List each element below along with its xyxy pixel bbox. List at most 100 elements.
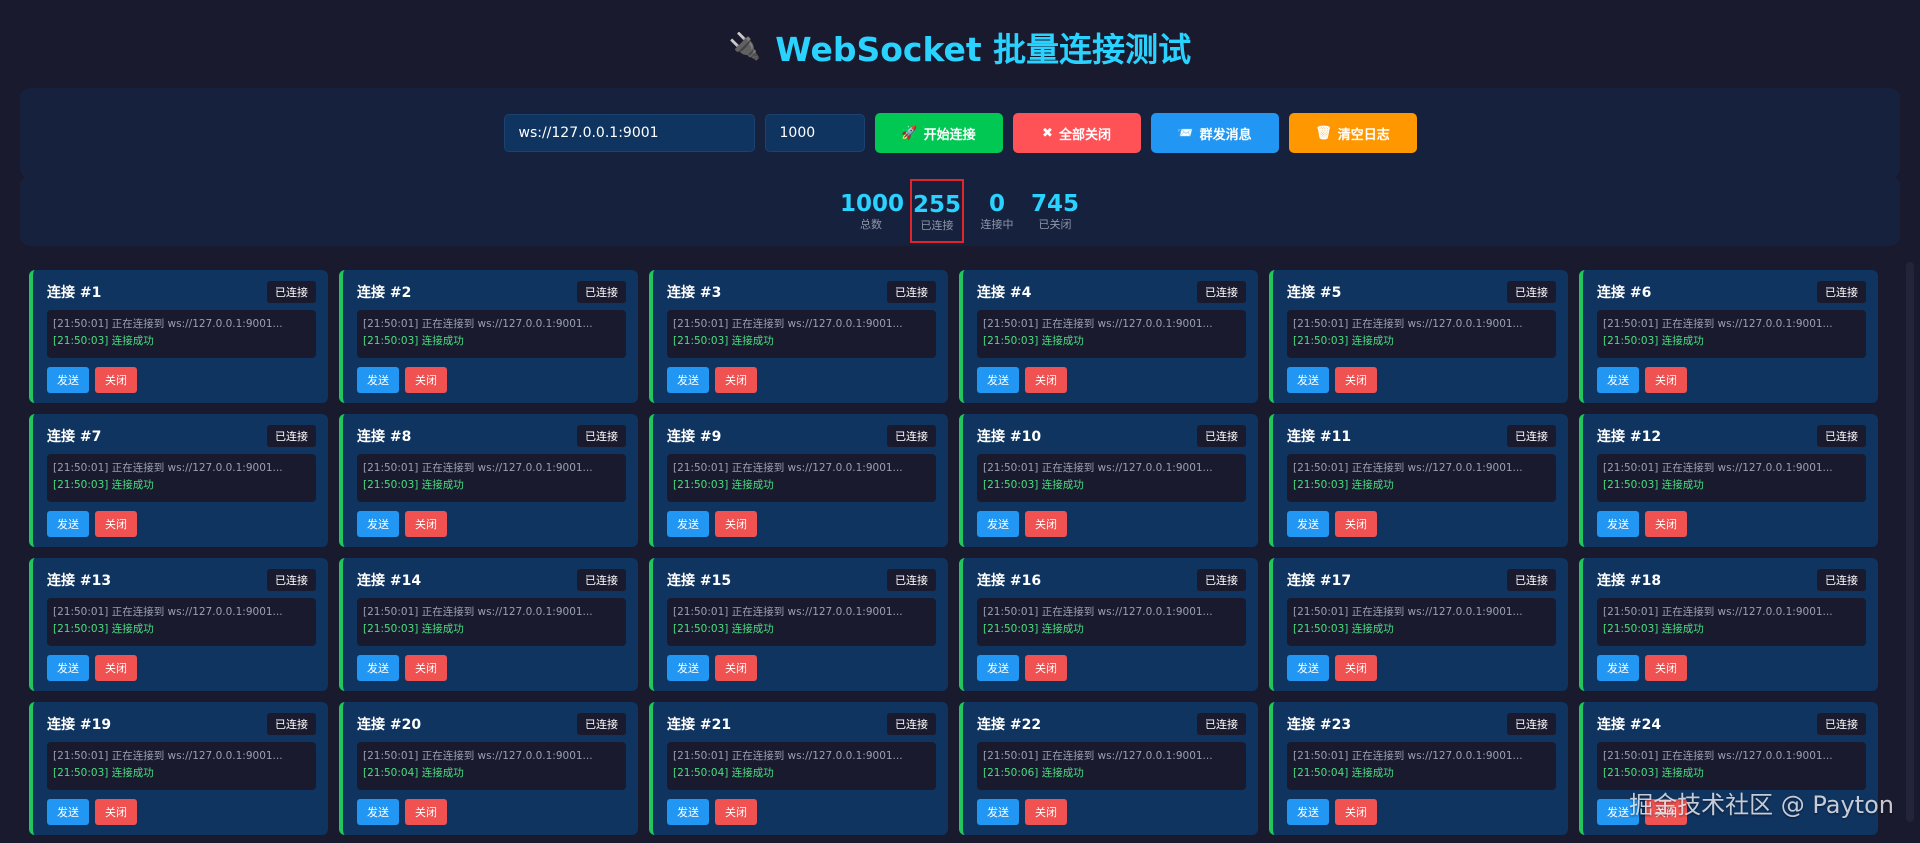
- status-badge: 已连接: [1197, 425, 1246, 447]
- stat-value: 745: [1030, 191, 1079, 217]
- card-actions: 发送 关闭: [977, 367, 1246, 393]
- close-button[interactable]: 关闭: [95, 367, 137, 393]
- send-button[interactable]: 发送: [47, 799, 89, 825]
- send-button[interactable]: 发送: [357, 799, 399, 825]
- scrollbar[interactable]: [1906, 262, 1914, 822]
- send-button[interactable]: 发送: [1597, 655, 1639, 681]
- close-button[interactable]: 关闭: [1025, 799, 1067, 825]
- log-line-success: [21:50:03] 连接成功: [1603, 767, 1704, 779]
- send-button[interactable]: 发送: [47, 367, 89, 393]
- connection-title: 连接 #24: [1597, 717, 1662, 733]
- connection-log: [21:50:01] 正在连接到 ws://127.0.0.1:9001... […: [667, 598, 936, 646]
- send-button[interactable]: 发送: [1287, 799, 1329, 825]
- close-button[interactable]: 关闭: [95, 511, 137, 537]
- count-input[interactable]: [764, 114, 865, 152]
- connection-log: [21:50:01] 正在连接到 ws://127.0.0.1:9001... […: [1287, 310, 1556, 358]
- log-line-success: [21:50:03] 连接成功: [673, 335, 774, 347]
- connection-log: [21:50:01] 正在连接到 ws://127.0.0.1:9001... […: [667, 454, 936, 502]
- close-button[interactable]: 关闭: [1645, 655, 1687, 681]
- connection-grid: 连接 #1 已连接 [21:50:01] 正在连接到 ws://127.0.0.1:…: [29, 270, 1881, 835]
- close-button[interactable]: 关闭: [1335, 367, 1377, 393]
- log-line-success: [21:50:03] 连接成功: [983, 335, 1084, 347]
- send-button[interactable]: 发送: [977, 655, 1019, 681]
- close-button[interactable]: 关闭: [1645, 367, 1687, 393]
- log-line-success: [21:50:03] 连接成功: [673, 479, 774, 491]
- stat-value: 255: [912, 192, 961, 218]
- send-button[interactable]: 发送: [1597, 367, 1639, 393]
- card-actions: 发送 关闭: [357, 655, 626, 681]
- status-badge: 已连接: [1817, 713, 1866, 735]
- card-header: 连接 #8 已连接: [357, 425, 626, 447]
- stat-value: 1000: [840, 191, 905, 217]
- send-button[interactable]: 发送: [667, 511, 709, 537]
- log-line-success: [21:50:03] 连接成功: [1293, 623, 1394, 635]
- card-header: 连接 #5 已连接: [1287, 281, 1556, 303]
- close-button[interactable]: 关闭: [95, 799, 137, 825]
- close-button[interactable]: 关闭: [95, 655, 137, 681]
- status-badge: 已连接: [267, 425, 316, 447]
- connection-title: 连接 #22: [977, 717, 1042, 733]
- log-line: [21:50:01] 正在连接到 ws://127.0.0.1:9001...: [1603, 318, 1833, 330]
- connection-title: 连接 #7: [47, 429, 102, 445]
- start-connect-button[interactable]: 🚀 开始连接: [874, 113, 1003, 153]
- connection-log: [21:50:01] 正在连接到 ws://127.0.0.1:9001... […: [47, 454, 316, 502]
- close-button[interactable]: 关闭: [715, 511, 757, 537]
- clear-log-button[interactable]: 🗑 清空日志: [1288, 113, 1417, 153]
- close-button[interactable]: 关闭: [1335, 511, 1377, 537]
- log-line: [21:50:01] 正在连接到 ws://127.0.0.1:9001...: [53, 606, 283, 618]
- connection-card: 连接 #18 已连接 [21:50:01] 正在连接到 ws://127.0.0.1…: [1579, 558, 1878, 691]
- close-button[interactable]: 关闭: [715, 367, 757, 393]
- close-button[interactable]: 关闭: [405, 655, 447, 681]
- log-line: [21:50:01] 正在连接到 ws://127.0.0.1:9001...: [983, 462, 1213, 474]
- close-button[interactable]: 关闭: [1025, 367, 1067, 393]
- log-line-success: [21:50:03] 连接成功: [363, 479, 464, 491]
- connection-title: 连接 #6: [1597, 285, 1652, 301]
- connection-log: [21:50:01] 正在连接到 ws://127.0.0.1:9001... […: [1597, 454, 1866, 502]
- card-actions: 发送 关闭: [1287, 367, 1556, 393]
- send-button[interactable]: 发送: [357, 511, 399, 537]
- send-button[interactable]: 发送: [47, 511, 89, 537]
- close-button[interactable]: 关闭: [1335, 655, 1377, 681]
- send-button[interactable]: 发送: [357, 655, 399, 681]
- card-header: 连接 #16 已连接: [977, 569, 1246, 591]
- status-badge: 已连接: [887, 569, 936, 591]
- close-button[interactable]: 关闭: [1025, 655, 1067, 681]
- close-button[interactable]: 关闭: [405, 799, 447, 825]
- send-button[interactable]: 发送: [977, 511, 1019, 537]
- close-all-button[interactable]: ✖ 全部关闭: [1012, 113, 1141, 153]
- stat-closed: 745 已关闭: [1030, 190, 1080, 232]
- close-button[interactable]: 关闭: [1335, 799, 1377, 825]
- close-button[interactable]: 关闭: [1025, 511, 1067, 537]
- rocket-icon: 🚀: [901, 125, 918, 141]
- close-button[interactable]: 关闭: [405, 367, 447, 393]
- status-badge: 已连接: [577, 425, 626, 447]
- broadcast-button[interactable]: 📨 群发消息: [1150, 113, 1279, 153]
- close-button[interactable]: 关闭: [1645, 511, 1687, 537]
- log-line: [21:50:01] 正在连接到 ws://127.0.0.1:9001...: [363, 606, 593, 618]
- send-button[interactable]: 发送: [667, 655, 709, 681]
- status-badge: 已连接: [1197, 713, 1246, 735]
- close-button[interactable]: 关闭: [715, 799, 757, 825]
- log-line-success: [21:50:04] 连接成功: [673, 767, 774, 779]
- close-button[interactable]: 关闭: [715, 655, 757, 681]
- connection-title: 连接 #19: [47, 717, 112, 733]
- close-button[interactable]: 关闭: [405, 511, 447, 537]
- send-button[interactable]: 发送: [1597, 511, 1639, 537]
- log-line: [21:50:01] 正在连接到 ws://127.0.0.1:9001...: [363, 318, 593, 330]
- send-button[interactable]: 发送: [667, 799, 709, 825]
- connection-title: 连接 #3: [667, 285, 722, 301]
- url-input[interactable]: [503, 114, 755, 152]
- send-button[interactable]: 发送: [977, 367, 1019, 393]
- send-button[interactable]: 发送: [667, 367, 709, 393]
- send-button[interactable]: 发送: [977, 799, 1019, 825]
- send-button[interactable]: 发送: [357, 367, 399, 393]
- connection-card: 连接 #4 已连接 [21:50:01] 正在连接到 ws://127.0.0.1:…: [959, 270, 1258, 403]
- send-button[interactable]: 发送: [47, 655, 89, 681]
- send-button[interactable]: 发送: [1287, 655, 1329, 681]
- card-header: 连接 #22 已连接: [977, 713, 1246, 735]
- send-button[interactable]: 发送: [1287, 367, 1329, 393]
- send-button[interactable]: 发送: [1287, 511, 1329, 537]
- button-label: 开始连接: [923, 127, 976, 143]
- log-line: [21:50:01] 正在连接到 ws://127.0.0.1:9001...: [53, 318, 283, 330]
- card-header: 连接 #19 已连接: [47, 713, 316, 735]
